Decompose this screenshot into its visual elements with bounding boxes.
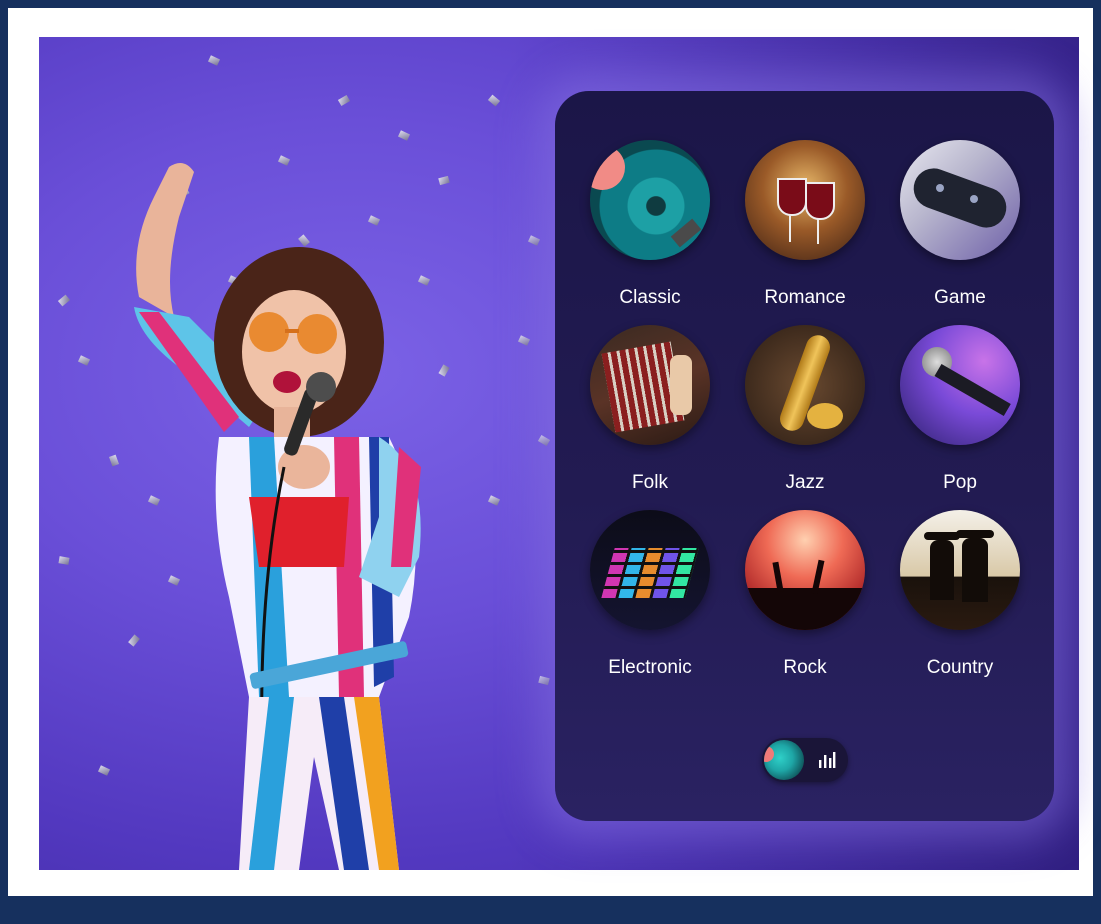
genre-game[interactable]: Game: [885, 140, 1035, 309]
genre-label: Electronic: [608, 657, 692, 678]
saxophone-icon: [745, 325, 865, 445]
genre-folk[interactable]: Folk: [575, 325, 725, 494]
genre-label: Jazz: [785, 472, 825, 493]
genre-label: Pop: [943, 472, 977, 493]
equalizer-icon[interactable]: [818, 751, 836, 769]
genre-label: Romance: [764, 287, 846, 308]
concert-crowd-icon: [745, 510, 865, 630]
microphone-icon: [900, 325, 1020, 445]
genre-country[interactable]: Country: [885, 510, 1035, 679]
gamepad-icon: [900, 140, 1020, 260]
genre-rock[interactable]: Rock: [730, 510, 880, 679]
mini-player[interactable]: [762, 738, 848, 782]
genre-romance[interactable]: Romance: [730, 140, 880, 309]
country-band-icon: [900, 510, 1020, 630]
genre-label: Rock: [783, 657, 827, 678]
wine-glasses-icon: [745, 140, 865, 260]
genre-jazz[interactable]: Jazz: [730, 325, 880, 494]
vinyl-record-icon: [590, 140, 710, 260]
genre-classic[interactable]: Classic: [575, 140, 725, 309]
genre-pop[interactable]: Pop: [885, 325, 1035, 494]
launchpad-icon: [590, 510, 710, 630]
genre-label: Game: [934, 287, 986, 308]
genre-label: Folk: [632, 472, 668, 493]
genre-label: Country: [926, 657, 994, 678]
genre-electronic[interactable]: Electronic: [575, 510, 725, 679]
genre-label: Classic: [619, 287, 681, 308]
now-playing-thumbnail[interactable]: [764, 740, 804, 780]
accordion-icon: [590, 325, 710, 445]
